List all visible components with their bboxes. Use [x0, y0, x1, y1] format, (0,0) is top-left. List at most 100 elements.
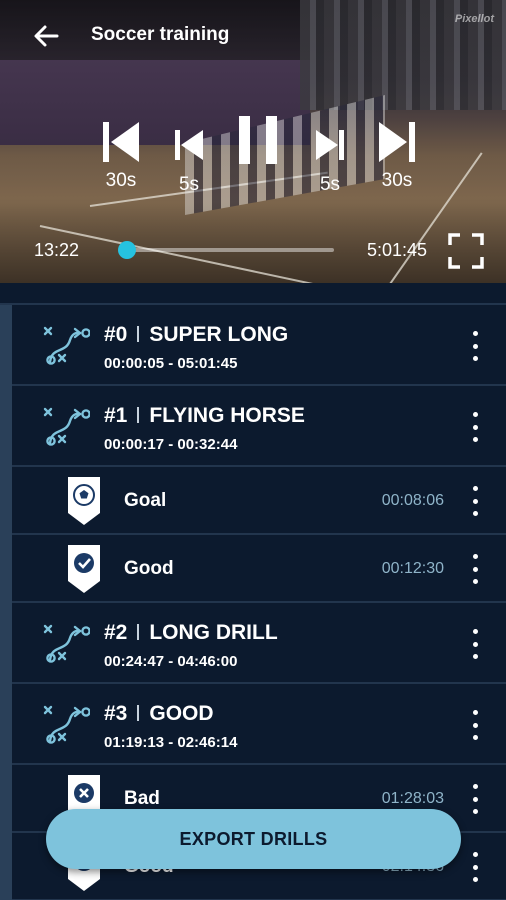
more-options-button[interactable]: [466, 486, 484, 516]
brand-watermark: Pixellot: [454, 13, 494, 25]
drill-time-range: 01:19:13 - 02:46:14: [104, 734, 238, 751]
list-left-rail: [0, 305, 12, 900]
drill-time-range: 00:00:17 - 00:32:44: [104, 436, 238, 453]
tag-label: Good: [124, 558, 174, 579]
tag-marker-icon: [68, 545, 100, 593]
tactics-play-icon: [43, 624, 90, 663]
drill-name: GOOD: [149, 702, 214, 725]
video-scene-court-line: [39, 225, 363, 283]
video-player[interactable]: Soccer training Pixellot 30s 5s 5s 30s 1…: [0, 0, 506, 283]
page-title: Soccer training: [91, 24, 230, 45]
drill-title-separator: [137, 624, 140, 640]
kebab-dot: [472, 784, 478, 789]
kebab-dot: [472, 486, 478, 491]
kebab-dot: [472, 566, 478, 572]
drill-name: FLYING HORSE: [149, 404, 305, 427]
kebab-dot: [472, 809, 478, 814]
current-time: 13:22: [34, 240, 80, 260]
kebab-dot: [472, 852, 478, 857]
drill-name: SUPER LONG: [149, 323, 289, 346]
export-drills-button[interactable]: EXPORT DRILLS: [46, 809, 461, 869]
skip-back-small-icon: [175, 130, 203, 160]
tactics-play-icon: [43, 326, 90, 365]
kebab-dot: [472, 629, 478, 634]
forward-30-button[interactable]: 30s: [377, 120, 417, 192]
kebab-dot: [472, 424, 478, 430]
seek-bar-thumb[interactable]: [117, 241, 136, 259]
skip-forward-icon: [379, 122, 415, 162]
kebab-dot: [472, 796, 478, 802]
kebab-dot: [472, 331, 478, 336]
tactics-play-icon: [43, 705, 90, 744]
kebab-dot: [472, 877, 478, 882]
kebab-dot: [472, 654, 478, 659]
soccer-ball-icon: [73, 484, 95, 506]
drill-title: #1 FLYING HORSE: [104, 404, 305, 428]
kebab-dot: [472, 641, 478, 647]
check-icon: [74, 553, 94, 573]
drill-list[interactable]: #0 SUPER LONG 00:00:05 - 05:01:45 #1 FLY…: [0, 283, 506, 900]
kebab-dot: [472, 498, 478, 504]
drill-number: #0: [104, 323, 128, 346]
tag-row[interactable]: Good 00:12:30: [12, 535, 506, 603]
drill-title: #2 LONG DRILL: [104, 621, 278, 645]
more-options-button[interactable]: [466, 784, 484, 814]
x-icon: [74, 783, 94, 803]
kebab-dot: [472, 511, 478, 516]
pause-icon: [239, 116, 277, 164]
tag-time: 00:12:30: [381, 560, 444, 577]
drill-row[interactable]: #0 SUPER LONG 00:00:05 - 05:01:45: [12, 305, 506, 386]
pause-button[interactable]: [237, 114, 279, 166]
more-options-button[interactable]: [466, 412, 484, 442]
more-options-button[interactable]: [466, 331, 484, 361]
rewind-30-button[interactable]: 30s: [101, 120, 141, 192]
more-options-button[interactable]: [466, 554, 484, 584]
tag-row[interactable]: Goal 00:08:06: [12, 467, 506, 535]
drill-title-separator: [137, 705, 140, 721]
drill-title: #3 GOOD: [104, 702, 214, 726]
fullscreen-button[interactable]: [448, 233, 484, 269]
kebab-dot: [472, 579, 478, 584]
more-options-button[interactable]: [466, 710, 484, 740]
drill-number: #3: [104, 702, 128, 725]
kebab-dot: [472, 864, 478, 870]
skip-forward-small-icon: [316, 130, 344, 160]
kebab-dot: [472, 343, 478, 349]
drill-time-range: 00:24:47 - 04:46:00: [104, 653, 238, 670]
drill-row[interactable]: #2 LONG DRILL 00:24:47 - 04:46:00: [12, 603, 506, 684]
drill-title-separator: [137, 326, 140, 342]
tag-label: Bad: [124, 788, 160, 809]
rewind-5-button[interactable]: 5s: [173, 128, 205, 196]
kebab-dot: [472, 356, 478, 361]
drill-row[interactable]: #1 FLYING HORSE 00:00:17 - 00:32:44: [12, 386, 506, 467]
forward-30-label: 30s: [381, 170, 413, 191]
more-options-button[interactable]: [466, 629, 484, 659]
tag-label: Goal: [124, 490, 167, 511]
total-time: 5:01:45: [367, 240, 428, 260]
rewind-30-label: 30s: [105, 170, 137, 191]
kebab-dot: [472, 412, 478, 417]
kebab-dot: [472, 722, 478, 728]
kebab-dot: [472, 554, 478, 559]
back-button[interactable]: [28, 18, 64, 54]
drill-row[interactable]: #3 GOOD 01:19:13 - 02:46:14: [12, 684, 506, 765]
tag-time: 00:08:06: [381, 492, 444, 509]
drill-time-range: 00:00:05 - 05:01:45: [104, 355, 238, 372]
arrow-left-icon: [34, 25, 59, 47]
kebab-dot: [472, 710, 478, 715]
seek-bar[interactable]: [117, 241, 334, 259]
tag-time: 01:28:03: [381, 790, 444, 807]
drill-title-separator: [137, 407, 140, 423]
tag-marker-icon: [68, 477, 100, 525]
drill-number: #1: [104, 404, 128, 427]
more-options-button[interactable]: [466, 852, 484, 882]
skip-back-icon: [103, 122, 139, 162]
kebab-dot: [472, 437, 478, 442]
drill-title: #0 SUPER LONG: [104, 323, 288, 347]
drill-number: #2: [104, 621, 128, 644]
forward-5-button[interactable]: 5s: [314, 128, 346, 196]
fullscreen-icon: [448, 233, 484, 269]
player-top-bar: Soccer training Pixellot: [0, 0, 506, 72]
forward-5-label: 5s: [319, 174, 341, 195]
drill-name: LONG DRILL: [149, 621, 278, 644]
